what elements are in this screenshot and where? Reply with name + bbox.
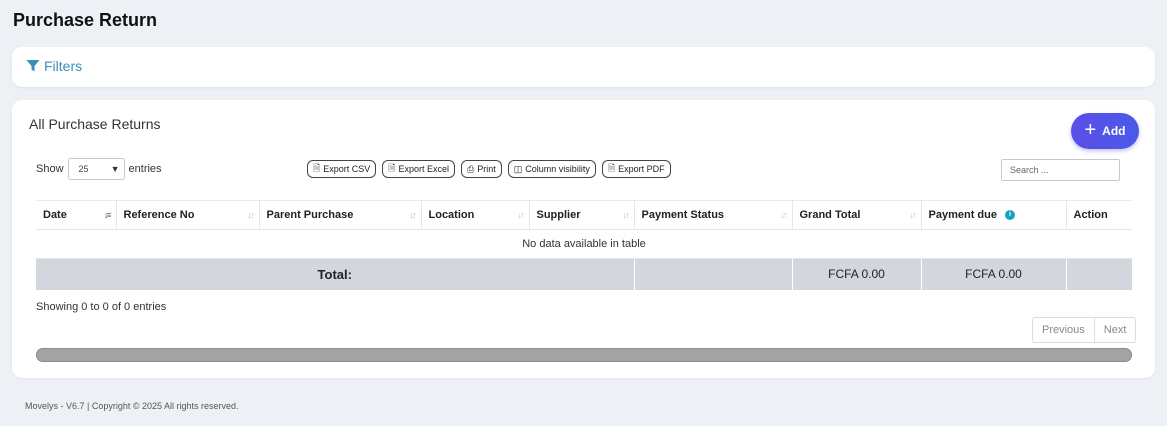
pagination: Previous Next: [1032, 317, 1137, 343]
print-button[interactable]: ⎙ Print: [461, 160, 502, 178]
table-header-row: Date ↓≡ Reference No ↓↑ Parent Purchase …: [36, 200, 1132, 230]
column-header-grand-total[interactable]: Grand Total ↓↑: [792, 200, 922, 230]
column-header-action: Action: [1066, 200, 1132, 230]
sort-icon: ↓↑: [247, 210, 255, 220]
entries-length-control: Show 25 ▼ entries: [36, 158, 162, 180]
grand-total-value: FCFA 0.00: [792, 258, 922, 290]
page-title: Purchase Return: [13, 10, 158, 30]
file-pdf-icon: 🗎: [607, 163, 616, 173]
empty-row: No data available in table: [36, 229, 1132, 259]
card-title: All Purchase Returns: [29, 116, 161, 132]
file-csv-icon: 🗎: [313, 163, 321, 173]
purchase-returns-table: Date ↓≡ Reference No ↓↑ Parent Purchase …: [36, 200, 1132, 290]
column-label: Reference No: [123, 209, 195, 221]
total-row: Total: FCFA 0.00 FCFA 0.00: [36, 258, 1132, 290]
sort-desc-icon: ↓≡: [103, 210, 112, 220]
next-page-button[interactable]: Next: [1093, 318, 1136, 342]
payment-due-total-value: FCFA 0.00: [921, 258, 1067, 290]
column-header-date[interactable]: Date ↓≡: [36, 200, 117, 230]
column-header-reference-no[interactable]: Reference No ↓↑: [116, 200, 260, 230]
column-visibility-button[interactable]: ◫ Column visibility: [507, 160, 596, 178]
column-label: Grand Total: [799, 209, 861, 221]
sort-icon: ↓↑: [517, 210, 525, 220]
plus-icon: +: [1084, 119, 1097, 141]
entries-length-select[interactable]: 25 ▼: [67, 158, 125, 180]
horizontal-scrollbar[interactable]: [36, 348, 1132, 362]
export-csv-label: Export CSV: [323, 164, 371, 174]
column-header-payment-status[interactable]: Payment Status ↓↑: [634, 200, 793, 230]
file-excel-icon: 🗎: [388, 163, 396, 173]
column-label: Payment due: [928, 209, 997, 221]
add-button[interactable]: + Add: [1071, 113, 1139, 149]
previous-page-button[interactable]: Previous: [1033, 318, 1094, 342]
length-prefix: Show: [36, 163, 64, 175]
table-info: Showing 0 to 0 of 0 entries: [36, 301, 167, 313]
add-button-label: Add: [1102, 124, 1126, 138]
column-header-supplier[interactable]: Supplier ↓↑: [529, 200, 635, 230]
export-pdf-label: Export PDF: [618, 164, 665, 174]
chevron-down-icon: ▼: [110, 164, 120, 174]
column-label: Parent Purchase: [266, 209, 354, 221]
column-header-location[interactable]: Location ↓↑: [421, 200, 530, 230]
footer-copyright: Movelys - V6.7 | Copyright © 2025 All ri…: [25, 401, 239, 411]
export-csv-button[interactable]: 🗎 Export CSV: [307, 160, 377, 178]
export-pdf-button[interactable]: 🗎 Export PDF: [601, 160, 671, 178]
column-label: Location: [428, 209, 475, 221]
filters-label: Filters: [44, 58, 83, 74]
empty-message: No data available in table: [36, 229, 1132, 259]
total-payment-status-cell: [634, 258, 793, 290]
export-button-group: 🗎 Export CSV 🗎 Export Excel ⎙ Print ◫ Co…: [307, 160, 671, 178]
sort-icon: ↓↑: [909, 210, 917, 220]
export-excel-button[interactable]: 🗎 Export Excel: [382, 160, 456, 178]
print-icon: ⎙: [467, 163, 475, 174]
length-value: 25: [78, 164, 89, 174]
column-header-parent-purchase[interactable]: Parent Purchase ↓↑: [259, 200, 422, 230]
total-action-cell: [1066, 258, 1132, 290]
sort-icon: ↓↑: [780, 210, 788, 220]
length-suffix: entries: [128, 163, 162, 175]
column-header-payment-due[interactable]: Payment due i: [921, 200, 1067, 230]
sort-icon: ↓↑: [622, 210, 630, 220]
column-label: Supplier: [536, 209, 581, 221]
filter-icon: [26, 60, 40, 72]
columns-icon: ◫: [513, 163, 523, 174]
purchase-returns-card: All Purchase Returns + Add Show 25 ▼ ent…: [12, 100, 1155, 378]
column-label: Action: [1073, 209, 1108, 221]
export-excel-label: Export Excel: [398, 164, 450, 174]
column-label: Payment Status: [641, 209, 725, 221]
filters-toggle[interactable]: Filters: [26, 58, 82, 74]
search-input[interactable]: [1001, 159, 1120, 181]
column-label: Date: [43, 209, 67, 221]
total-label: Total:: [36, 258, 635, 290]
info-icon[interactable]: i: [1005, 210, 1016, 221]
column-visibility-label: Column visibility: [525, 164, 590, 174]
sort-icon: ↓↑: [409, 210, 417, 220]
print-label: Print: [477, 164, 496, 174]
filters-card: Filters: [12, 47, 1155, 87]
